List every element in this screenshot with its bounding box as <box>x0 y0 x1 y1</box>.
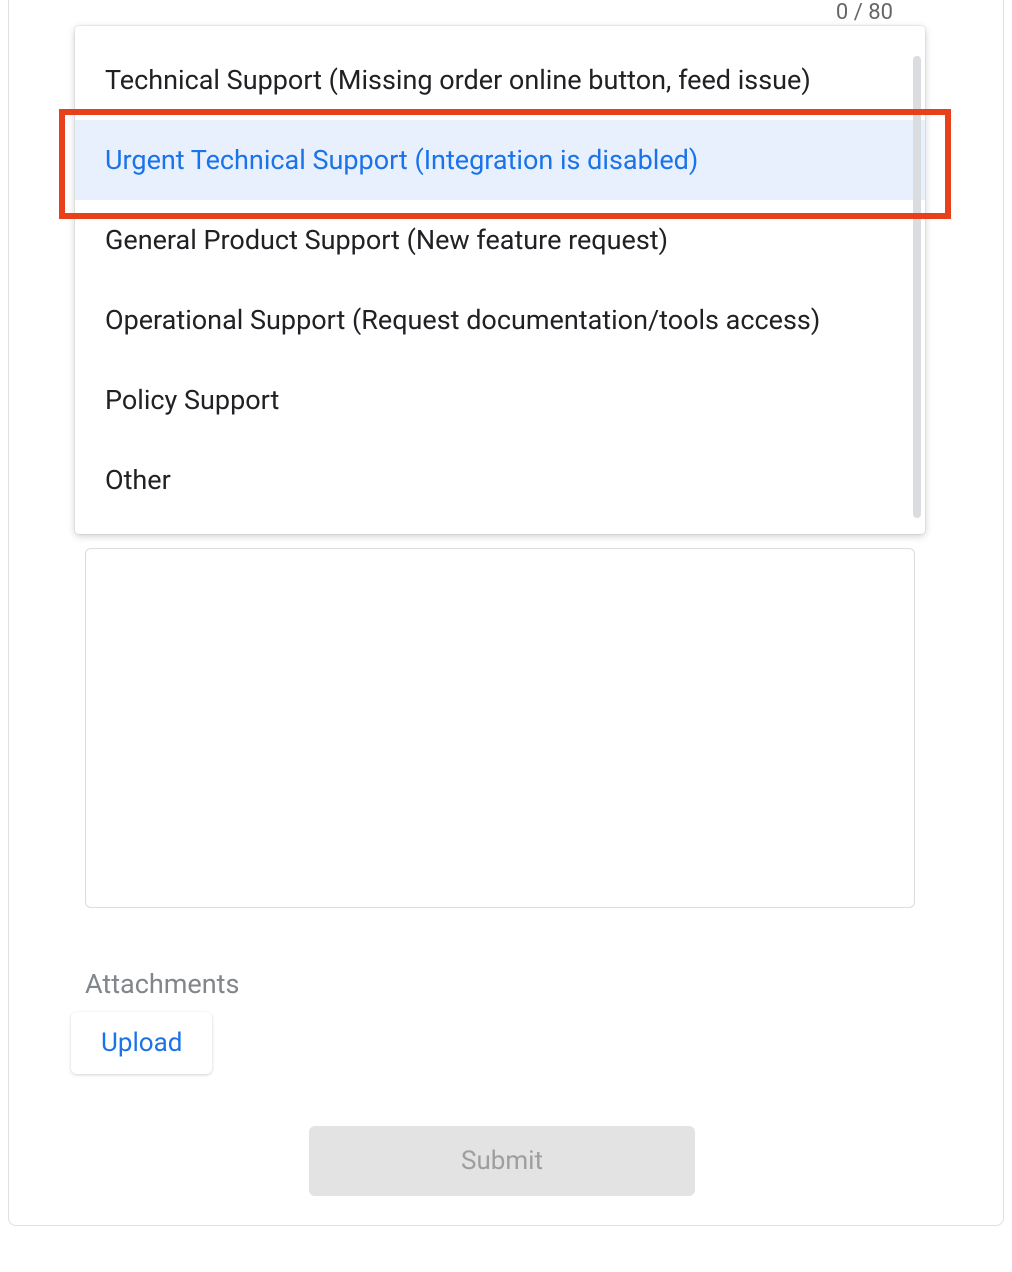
dropdown-option[interactable]: Policy Support <box>75 360 925 440</box>
dropdown-option[interactable]: Other <box>75 440 925 520</box>
upload-button[interactable]: Upload <box>71 1012 212 1074</box>
dropdown-option[interactable]: Technical Support (Missing order online … <box>75 40 925 120</box>
dropdown-option[interactable]: General Product Support (New feature req… <box>75 200 925 280</box>
category-dropdown-panel: Technical Support (Missing order online … <box>75 26 925 534</box>
form-card: 0 / 80 Technical Support (Missing order … <box>8 0 1004 1226</box>
dropdown-option[interactable]: Operational Support (Request documentati… <box>75 280 925 360</box>
submit-button[interactable]: Submit <box>309 1126 695 1196</box>
character-counter: 0 / 80 <box>836 0 893 25</box>
attachments-label: Attachments <box>85 968 239 1000</box>
description-textarea[interactable] <box>85 548 915 908</box>
dropdown-scroll: Technical Support (Missing order online … <box>75 26 925 534</box>
scrollbar-icon[interactable] <box>913 56 921 518</box>
dropdown-option[interactable]: Urgent Technical Support (Integration is… <box>75 120 925 200</box>
